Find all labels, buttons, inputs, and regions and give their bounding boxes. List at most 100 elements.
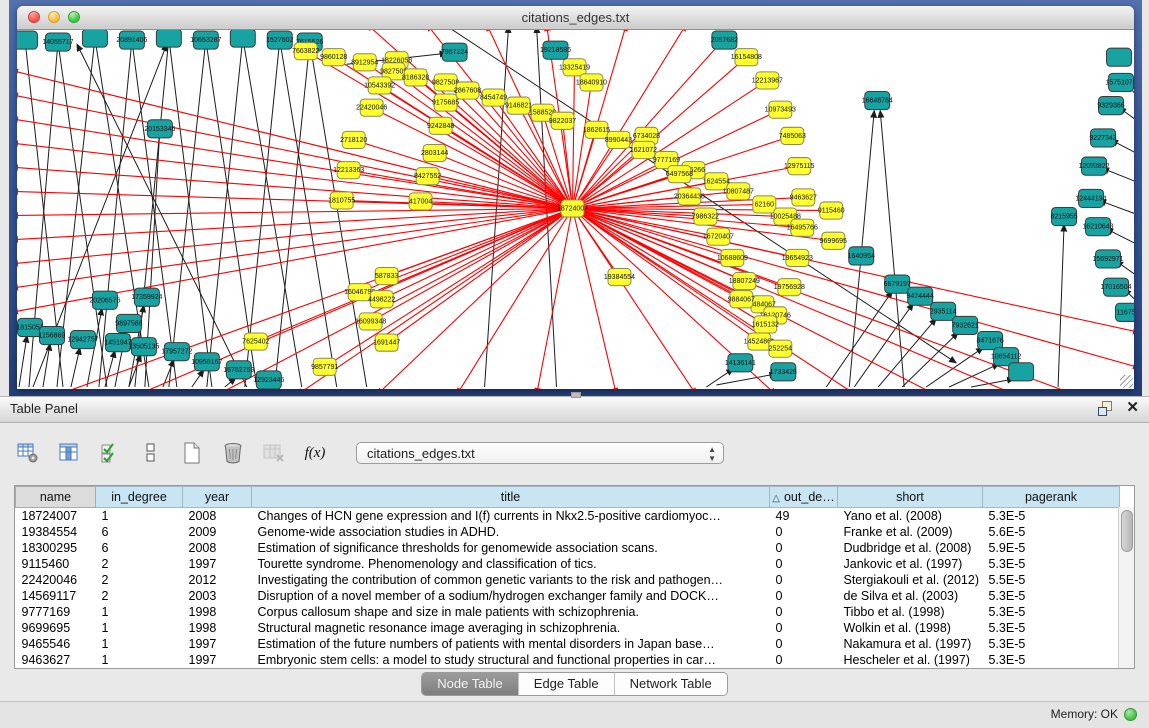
graph-node[interactable]: 116753 — [1116, 303, 1134, 321]
graph-node[interactable]: 13325419 — [559, 59, 590, 76]
tab-edge-table[interactable]: Edge Table — [519, 673, 615, 695]
graph-node[interactable]: 1862615 — [583, 121, 610, 138]
column-header-year[interactable]: year — [183, 487, 252, 508]
table-cell[interactable]: 2008 — [183, 540, 252, 556]
graph-node[interactable]: 8427552 — [414, 168, 441, 185]
table-cell[interactable]: 2 — [96, 588, 183, 604]
graph-node[interactable]: 17957272 — [161, 343, 192, 361]
function-builder-button[interactable]: f(x) — [301, 439, 329, 467]
close-icon[interactable]: ✕ — [1126, 400, 1139, 415]
table-cell[interactable]: 0 — [770, 636, 838, 652]
table-scrollbar-thumb[interactable] — [1121, 510, 1133, 552]
graph-node[interactable]: 587833 — [375, 267, 398, 284]
column-visibility-button[interactable] — [55, 439, 83, 467]
table-cell[interactable]: 14569117 — [16, 588, 96, 604]
table-cell[interactable]: 2 — [96, 572, 183, 588]
table-cell[interactable]: Disruption of a novel member of a sodium… — [252, 588, 770, 604]
graph-node[interactable]: 4498222 — [368, 291, 395, 308]
column-header-pagerank[interactable]: pagerank — [983, 487, 1120, 508]
graph-node[interactable]: 9857791 — [311, 358, 338, 375]
table-cell[interactable]: 5.3E-5 — [983, 588, 1120, 604]
table-cell[interactable]: 0 — [770, 540, 838, 556]
graph-node[interactable]: 15692971 — [1092, 250, 1123, 268]
table-cell[interactable]: 0 — [770, 556, 838, 572]
graph-node[interactable]: 12093822 — [1078, 157, 1109, 175]
graph-node[interactable]: 9463627 — [790, 189, 817, 206]
graph-node[interactable]: 252254 — [769, 340, 792, 357]
graph-node[interactable]: 62160 — [753, 196, 776, 213]
table-cell[interactable]: Embryonic stem cells: a model to study s… — [252, 652, 770, 668]
graph-node[interactable]: 10807487 — [723, 183, 754, 200]
table-cell[interactable]: Tibbo et al. (1998) — [838, 604, 983, 620]
table-cell[interactable]: 5.9E-5 — [983, 540, 1120, 556]
graph-node[interactable]: 9860128 — [320, 49, 347, 66]
graph-node[interactable] — [156, 30, 181, 47]
table-cell[interactable]: 19384554 — [16, 524, 96, 540]
graph-node[interactable]: 10973493 — [765, 101, 796, 118]
graph-node[interactable]: 1156869 — [39, 326, 66, 344]
graph-node[interactable]: 6679197 — [884, 275, 911, 293]
splitter-grip[interactable] — [571, 392, 581, 398]
table-cell[interactable]: 0 — [770, 524, 838, 540]
table-cell[interactable]: 1997 — [183, 636, 252, 652]
table-cell[interactable]: 1997 — [183, 652, 252, 668]
table-cell[interactable]: Investigating the contribution of common… — [252, 572, 770, 588]
graph-node[interactable]: 1624554 — [703, 173, 730, 190]
graph-node[interactable]: 16782759 — [223, 361, 254, 379]
graph-node[interactable]: 16720407 — [703, 228, 734, 245]
table-cell[interactable]: Tourette syndrome. Phenomenology and cla… — [252, 556, 770, 572]
table-cell[interactable]: 1 — [96, 652, 183, 668]
table-selector-combo[interactable]: citations_edges.txt ▲▼ — [356, 442, 724, 464]
table-cell[interactable]: Jankovic et al. (1997) — [838, 556, 983, 572]
graph-node[interactable]: 7625402 — [242, 333, 269, 350]
graph-node[interactable]: 18724007 — [557, 200, 588, 217]
table-cell[interactable]: 1998 — [183, 604, 252, 620]
graph-node[interactable]: 12213363 — [333, 162, 364, 179]
table-cell[interactable]: Nakamura et al. (1997) — [838, 636, 983, 652]
table-cell[interactable]: 1 — [96, 508, 183, 525]
table-cell[interactable]: 0 — [770, 604, 838, 620]
table-row[interactable]: 911546021997Tourette syndrome. Phenomeno… — [16, 556, 1120, 572]
table-cell[interactable]: 2003 — [183, 588, 252, 604]
graph-node[interactable]: 2867608 — [454, 82, 481, 99]
table-cell[interactable]: Dudbridge et al. (2008) — [838, 540, 983, 556]
table-row[interactable]: 1938455462009Genome-wide association stu… — [16, 524, 1120, 540]
table-cell[interactable]: Hescheler et al. (1997) — [838, 652, 983, 668]
table-cell[interactable]: 1998 — [183, 620, 252, 636]
graph-node[interactable]: 8990443 — [605, 131, 632, 148]
graph-node[interactable]: 8215955 — [1050, 207, 1077, 225]
graph-node[interactable]: 9175685 — [432, 94, 459, 111]
graph-node[interactable] — [230, 30, 255, 47]
graph-node[interactable]: 12942757 — [67, 331, 98, 349]
table-cell[interactable]: de Silva et al. (2003) — [838, 588, 983, 604]
table-cell[interactable]: 1997 — [183, 556, 252, 572]
network-graph[interactable]: 1405571720891406106532871527602761552676… — [17, 30, 1134, 389]
table-cell[interactable]: 49 — [770, 508, 838, 525]
graph-node[interactable]: 22420046 — [356, 99, 387, 116]
column-header-in_degree[interactable]: in_degree — [96, 487, 183, 508]
table-cell[interactable]: Corpus callosum shape and size in male p… — [252, 604, 770, 620]
graph-node[interactable]: 9474444 — [907, 287, 934, 305]
graph-node[interactable]: 9115460 — [818, 202, 845, 219]
graph-node[interactable]: 20891406 — [116, 31, 147, 49]
table-row[interactable]: 1456911722003Disruption of a novel membe… — [16, 588, 1120, 604]
table-cell[interactable]: 1 — [96, 620, 183, 636]
table-cell[interactable]: Wolkin et al. (1998) — [838, 620, 983, 636]
table-cell[interactable]: 0 — [770, 588, 838, 604]
graph-node[interactable]: 1733426 — [770, 363, 797, 381]
graph-node[interactable]: 7986322 — [692, 208, 719, 225]
table-cell[interactable]: Estimation of significance thresholds fo… — [252, 540, 770, 556]
table-cell[interactable]: Changes of HCN gene expression and I(f) … — [252, 508, 770, 525]
graph-node[interactable]: 16154808 — [731, 49, 762, 66]
delete-rows-button[interactable] — [219, 439, 247, 467]
tab-node-table[interactable]: Node Table — [422, 673, 519, 695]
graph-node[interactable]: 1527602 — [266, 31, 293, 49]
column-header-name[interactable]: name — [16, 487, 96, 508]
new-table-button[interactable] — [178, 439, 206, 467]
table-row[interactable]: 1830029562008Estimation of significance … — [16, 540, 1120, 556]
graph-node[interactable] — [17, 31, 37, 49]
graph-node[interactable]: 2718120 — [340, 131, 367, 148]
table-cell[interactable]: 5.3E-5 — [983, 636, 1120, 652]
graph-node[interactable]: 16495766 — [787, 219, 818, 236]
table-cell[interactable]: 6 — [96, 540, 183, 556]
